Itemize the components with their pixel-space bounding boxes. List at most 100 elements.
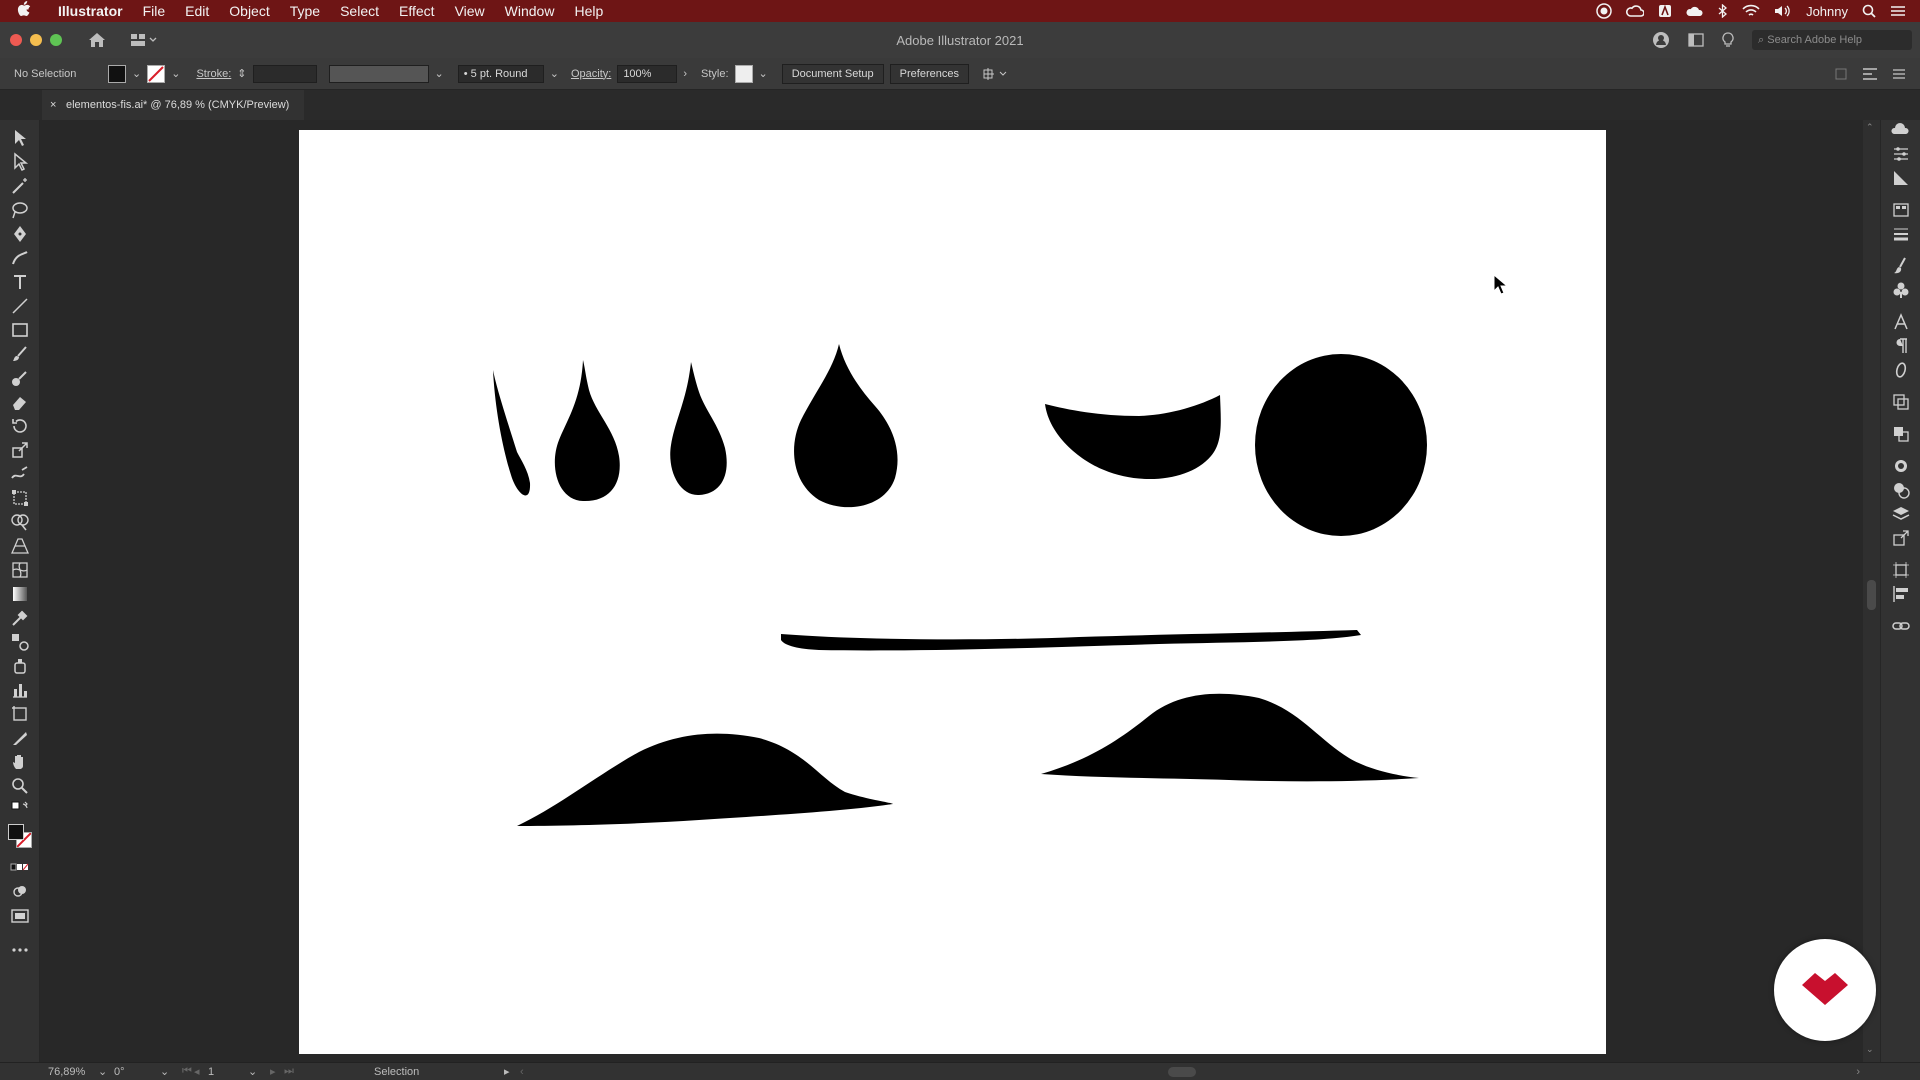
- paragraph-panel-icon[interactable]: [1891, 336, 1911, 356]
- fill-dropdown-icon[interactable]: ⌄: [132, 67, 141, 80]
- lasso-tool-icon[interactable]: [10, 200, 30, 220]
- wifi-icon[interactable]: [1742, 4, 1760, 18]
- graphic-style-swatch[interactable]: [734, 64, 753, 83]
- profile-dropdown-icon[interactable]: ⌄: [435, 67, 444, 80]
- rotation-dropdown-icon[interactable]: ⌄: [160, 1065, 182, 1078]
- artboard[interactable]: [299, 130, 1606, 1054]
- menu-select[interactable]: Select: [330, 0, 389, 22]
- libraries-panel-icon[interactable]: [1891, 120, 1911, 140]
- workspace-switcher-icon[interactable]: [130, 33, 158, 47]
- panel-menu-icon[interactable]: [1892, 67, 1906, 81]
- align-panel-icon[interactable]: [1834, 67, 1848, 81]
- rotate-tool-icon[interactable]: [10, 416, 30, 436]
- opacity-label[interactable]: Opacity:: [571, 68, 611, 80]
- menu-object[interactable]: Object: [219, 0, 279, 22]
- opentype-panel-icon[interactable]: [1891, 360, 1911, 380]
- eyedropper-tool-icon[interactable]: [10, 608, 30, 628]
- brush-definition[interactable]: • 5 pt. Round: [457, 64, 544, 83]
- control-center-icon[interactable]: [1890, 4, 1906, 18]
- mound-shape-right[interactable]: [1041, 693, 1419, 782]
- direct-selection-tool-icon[interactable]: [10, 152, 30, 172]
- paintbrush-tool-icon[interactable]: [10, 344, 30, 364]
- magic-wand-tool-icon[interactable]: [10, 176, 30, 196]
- warp-tool-icon[interactable]: [10, 464, 30, 484]
- record-icon[interactable]: [1596, 3, 1612, 19]
- type-tool-icon[interactable]: [10, 272, 30, 292]
- properties-toggle-icon[interactable]: [1862, 67, 1878, 81]
- scroll-left-icon[interactable]: ‹: [520, 1066, 524, 1078]
- shape-builder-tool-icon[interactable]: [10, 512, 30, 532]
- spotlight-search-icon[interactable]: [1862, 4, 1876, 18]
- lightbulb-icon[interactable]: [1722, 32, 1734, 48]
- app-menu[interactable]: Illustrator: [48, 0, 133, 22]
- adobe-icon[interactable]: [1658, 4, 1672, 18]
- blend-tool-icon[interactable]: [10, 632, 30, 652]
- artboards-panel-icon[interactable]: [1891, 560, 1911, 580]
- last-artboard-icon[interactable]: ⏭: [284, 1065, 304, 1078]
- variable-width-profile[interactable]: [328, 64, 429, 83]
- creative-cloud-icon[interactable]: [1626, 4, 1645, 18]
- symbol-sprayer-tool-icon[interactable]: [10, 656, 30, 676]
- edit-toolbar-icon[interactable]: [10, 940, 30, 960]
- scale-tool-icon[interactable]: [10, 440, 30, 460]
- transform-panel-icon[interactable]: [1891, 392, 1911, 412]
- menu-help[interactable]: Help: [564, 0, 613, 22]
- close-window-button[interactable]: [10, 34, 22, 46]
- horizontal-scroll-thumb[interactable]: [1167, 1066, 1196, 1077]
- screen-mode-icon[interactable]: [10, 906, 30, 926]
- line-stroke-shape[interactable]: [781, 630, 1361, 651]
- stroke-dropdown-icon[interactable]: ⌄: [171, 67, 180, 80]
- default-colors-icon[interactable]: [10, 800, 30, 820]
- share-user-icon[interactable]: [1652, 31, 1670, 49]
- artboard-dropdown-icon[interactable]: ⌄: [248, 1065, 270, 1078]
- mound-shape-left[interactable]: [517, 733, 893, 826]
- graphic-styles-panel-icon[interactable]: [1891, 480, 1911, 500]
- scroll-down-icon[interactable]: ⌄: [1866, 1044, 1874, 1055]
- document-setup-button[interactable]: Document Setup: [781, 63, 884, 84]
- selection-tool-icon[interactable]: [10, 128, 30, 148]
- menu-edit[interactable]: Edit: [175, 0, 219, 22]
- symbols-panel-icon[interactable]: [1891, 280, 1911, 300]
- fill-indicator[interactable]: [8, 824, 24, 840]
- home-icon[interactable]: [88, 32, 106, 48]
- opacity-field[interactable]: 100%: [617, 64, 678, 83]
- fill-stroke-widget[interactable]: [6, 822, 36, 852]
- mesh-tool-icon[interactable]: [10, 560, 30, 580]
- stroke-weight-stepper-icon[interactable]: ⇕: [237, 67, 246, 80]
- appearance-panel-icon[interactable]: [1891, 456, 1911, 476]
- next-artboard-icon[interactable]: ▸: [270, 1065, 284, 1078]
- menu-window[interactable]: Window: [495, 0, 565, 22]
- cloud-icon[interactable]: [1686, 5, 1704, 17]
- arrange-documents-icon[interactable]: [1688, 33, 1704, 47]
- apple-icon[interactable]: [0, 1, 48, 21]
- align-panel-dock-icon[interactable]: [1891, 584, 1911, 604]
- vertical-scrollbar[interactable]: ⌃ ⌄: [1863, 120, 1880, 1062]
- swatches-panel-icon[interactable]: [1891, 200, 1911, 220]
- perspective-grid-tool-icon[interactable]: [10, 536, 30, 556]
- stroke-panel-icon[interactable]: [1891, 224, 1911, 244]
- zoom-dropdown-icon[interactable]: ⌄: [98, 1065, 114, 1078]
- zoom-tool-icon[interactable]: [10, 776, 30, 796]
- hand-tool-icon[interactable]: [10, 752, 30, 772]
- menu-effect[interactable]: Effect: [389, 0, 445, 22]
- scroll-up-icon[interactable]: ⌃: [1866, 122, 1874, 133]
- opacity-arrow-icon[interactable]: ›: [683, 68, 687, 80]
- stroke-swatch[interactable]: [147, 64, 166, 83]
- artboard-number[interactable]: 1: [208, 1066, 248, 1078]
- arrange-icon[interactable]: [983, 67, 1009, 81]
- previous-artboard-icon[interactable]: ◂: [194, 1065, 208, 1078]
- first-artboard-icon[interactable]: ⏮: [182, 1065, 194, 1078]
- brush-dropdown-icon[interactable]: ⌄: [550, 67, 559, 80]
- preferences-button[interactable]: Preferences: [889, 63, 969, 84]
- menu-file[interactable]: File: [133, 0, 176, 22]
- bluetooth-icon[interactable]: [1718, 4, 1728, 18]
- drop-shape-3[interactable]: [670, 362, 727, 496]
- pen-tool-icon[interactable]: [10, 224, 30, 244]
- minimize-window-button[interactable]: [30, 34, 42, 46]
- gradient-tool-icon[interactable]: [10, 584, 30, 604]
- status-menu-arrow-icon[interactable]: ▸: [504, 1065, 520, 1078]
- horizontal-scrollbar[interactable]: [532, 1066, 1832, 1078]
- brushes-panel-icon[interactable]: [1891, 256, 1911, 276]
- adobe-help-search[interactable]: ⌕ Search Adobe Help: [1752, 30, 1912, 50]
- column-graph-tool-icon[interactable]: [10, 680, 30, 700]
